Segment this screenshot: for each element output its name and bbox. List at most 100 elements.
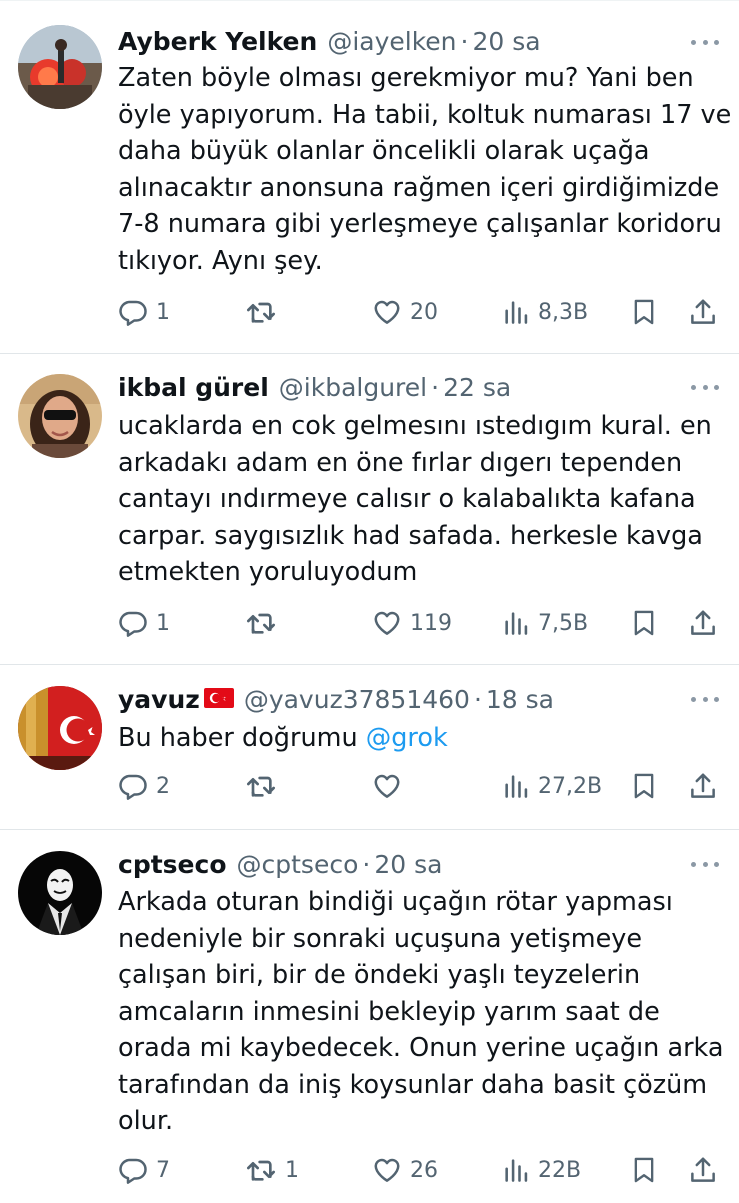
retweet-button[interactable] [245, 292, 285, 332]
action-bar: 1 119 7,5B [0, 603, 739, 643]
author-name[interactable]: cptseco [118, 850, 227, 879]
action-bar: 1 20 8,3B [0, 292, 739, 332]
like-button[interactable]: 20 [372, 292, 438, 332]
author-handle[interactable]: @cptseco [237, 850, 359, 879]
share-button[interactable] [688, 1150, 718, 1190]
views-icon [502, 609, 530, 637]
retweet-icon [245, 1154, 277, 1186]
tweet-text-plain: Bu haber doğrumu [118, 723, 366, 753]
views-icon [502, 772, 530, 800]
views-button[interactable]: 8,3B [502, 292, 588, 332]
avatar[interactable] [18, 851, 102, 935]
tweet-card[interactable]: Ayberk Yelken @iayelken · 20 sa Zaten bö… [0, 0, 739, 354]
reply-count: 7 [156, 1157, 170, 1183]
avatar[interactable] [18, 25, 102, 109]
bookmark-button[interactable] [630, 766, 658, 806]
more-options-icon[interactable] [691, 37, 719, 47]
timestamp[interactable]: 20 sa [374, 850, 442, 879]
tweet-text-line: Bu haber doğrumu @grok [118, 720, 718, 757]
share-icon [688, 608, 718, 638]
views-button[interactable]: 27,2B [502, 766, 602, 806]
reply-count: 2 [156, 773, 170, 799]
view-count: 22B [538, 1157, 582, 1183]
author-name[interactable]: yavuz [118, 685, 200, 714]
share-button[interactable] [688, 766, 718, 806]
reply-button[interactable]: 7 [118, 1150, 170, 1190]
tweet-text-line: daha büyük olanlar öncelikli olarak uçağ… [118, 136, 650, 166]
tweet-header: ikbal gürel @ikbalgurel · 22 sa [118, 370, 511, 404]
more-options-icon[interactable] [691, 859, 719, 869]
tweet-text: ucaklarda en cok gelmesını ıstedıgım kur… [118, 408, 718, 591]
tweet-card[interactable]: ikbal gürel @ikbalgurel · 22 sa ucaklard… [0, 354, 739, 665]
share-icon [688, 297, 718, 327]
views-icon [502, 298, 530, 326]
retweet-button[interactable] [245, 603, 285, 643]
tweet-text: Zaten böyle olması gerekmiyor mu? Yani b… [118, 60, 731, 279]
tweet-header: Ayberk Yelken @iayelken · 20 sa [118, 24, 541, 58]
tweet-card[interactable]: cptseco @cptseco · 20 sa Arkada oturan b… [0, 830, 739, 1203]
more-options-icon[interactable] [691, 694, 719, 704]
author-name[interactable]: ikbal gürel [118, 373, 269, 402]
share-button[interactable] [688, 603, 718, 643]
view-count: 7,5B [538, 610, 589, 636]
share-button[interactable] [688, 292, 718, 332]
avatar[interactable] [18, 374, 102, 458]
timestamp[interactable]: 18 sa [486, 685, 554, 714]
tweet-text: Arkada oturan bindiği uçağın rötar yapma… [118, 884, 724, 1140]
retweet-button[interactable] [245, 766, 285, 806]
views-button[interactable]: 7,5B [502, 603, 588, 643]
reply-button[interactable]: 2 [118, 766, 170, 806]
reply-button[interactable]: 1 [118, 292, 170, 332]
reply-icon [118, 1155, 148, 1185]
reply-count: 1 [156, 299, 170, 325]
timestamp[interactable]: 22 sa [443, 373, 511, 402]
tweet-header: cptseco @cptseco · 20 sa [118, 847, 442, 881]
timestamp[interactable]: 20 sa [472, 27, 540, 56]
separator-dot: · [473, 684, 482, 714]
author-handle[interactable]: @yavuz37851460 [244, 685, 470, 714]
view-count: 8,3B [538, 299, 589, 325]
tweet-text-line: alınacaktır anonsuna rağmen içeri girdiğ… [118, 172, 720, 203]
tweet-card[interactable]: yavuz @yavuz37851460 · 18 sa Bu haber do… [0, 665, 739, 830]
tweet-text-line: 7-8 numara gibi yerleşmeye çalışanlar ko… [118, 209, 722, 239]
like-button[interactable]: 119 [372, 603, 452, 643]
heart-icon [372, 771, 402, 801]
heart-icon [372, 608, 402, 638]
turkish-flag-icon [203, 685, 234, 714]
tweet-text-line: arkadakı adam en öne fırlar dıgerı tepen… [118, 447, 683, 478]
share-icon [688, 1155, 718, 1185]
like-count: 26 [410, 1157, 438, 1183]
tweet-text-line: amcaların inmesini bekleyip yarım saat d… [118, 996, 660, 1027]
like-count: 20 [410, 299, 438, 325]
mention-link[interactable]: @grok [366, 723, 448, 753]
avatar[interactable] [18, 686, 102, 770]
retweet-icon [245, 296, 277, 328]
bookmark-button[interactable] [630, 292, 658, 332]
author-name[interactable]: Ayberk Yelken [118, 27, 317, 56]
reply-icon [118, 608, 148, 638]
tweet-text: Bu haber doğrumu @grok [118, 720, 718, 757]
reply-button[interactable]: 1 [118, 603, 170, 643]
views-button[interactable]: 22B [502, 1150, 581, 1190]
bookmark-icon [630, 1156, 658, 1184]
tweet-text-line: Arkada oturan bindiği uçağın rötar yapma… [118, 887, 673, 917]
author-handle[interactable]: @iayelken [327, 27, 456, 56]
author-handle[interactable]: @ikbalgurel [279, 373, 427, 402]
tweet-text-line: çalışan biri, bir de öndeki yaşlı teyzel… [118, 960, 641, 990]
tweet-text-line: orada mi kaybedecek. Onun yerine uçağın … [118, 1033, 724, 1063]
bookmark-icon [630, 609, 658, 637]
bookmark-button[interactable] [630, 1150, 658, 1190]
like-button[interactable]: 26 [372, 1150, 438, 1190]
more-options-icon[interactable] [691, 382, 719, 392]
retweet-button[interactable]: 1 [245, 1150, 299, 1190]
like-count: 119 [410, 610, 452, 636]
tweet-text-line: olur. [118, 1106, 174, 1136]
action-bar: 2 27,2B [0, 766, 739, 806]
separator-dot: · [460, 26, 469, 56]
like-button[interactable] [372, 766, 410, 806]
tweet-header: yavuz @yavuz37851460 · 18 sa [118, 682, 554, 716]
tweet-text-line: carpar. saygısızlık had safada. herkesle… [118, 520, 703, 551]
share-icon [688, 771, 718, 801]
views-icon [502, 1156, 530, 1184]
bookmark-button[interactable] [630, 603, 658, 643]
